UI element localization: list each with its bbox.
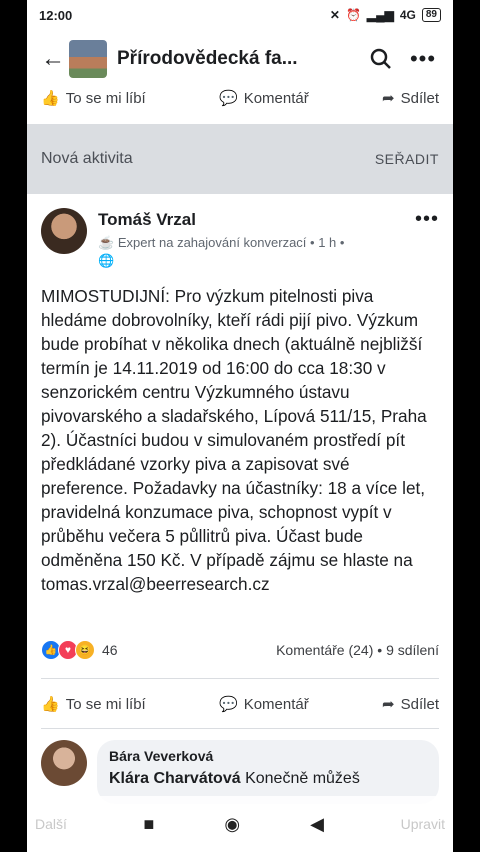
post-meta: ☕ Expert na zahajování konverzací • 1 h … xyxy=(98,235,345,268)
home-icon[interactable]: ◉ xyxy=(224,814,240,835)
post-author[interactable]: Tomáš Vrzal xyxy=(98,210,196,230)
share-icon: ➦ xyxy=(382,696,395,713)
commenter-avatar[interactable] xyxy=(41,740,87,786)
comment-button[interactable]: 💬 Komentář xyxy=(219,89,309,108)
thumbs-up-icon: 👍 xyxy=(41,696,60,713)
system-nav-bar: Další ■ ◉ ◀ Upravit xyxy=(27,796,453,852)
comments-count[interactable]: Komentáře (24) xyxy=(276,642,373,658)
coffee-icon: ☕ xyxy=(98,235,115,250)
sort-button[interactable]: SEŘADIT xyxy=(375,151,439,167)
comment: Bára Veverková Klára Charvátová Konečně … xyxy=(41,740,439,804)
reactions-row: 👍 ♥ 😆 46 Komentáře (24) • 9 sdílení xyxy=(41,638,439,662)
back-icon[interactable]: ◀ xyxy=(310,814,324,835)
activity-title: Nová aktivita xyxy=(41,150,133,167)
comment-button[interactable]: 💬 Komentář xyxy=(219,695,309,714)
activity-section: Nová aktivita SEŘADIT xyxy=(27,124,453,194)
reaction-summary[interactable]: 👍 ♥ 😆 46 xyxy=(41,640,118,660)
comment-icon: 💬 xyxy=(219,90,238,107)
like-button[interactable]: 👍 To se mi líbí xyxy=(41,695,146,714)
divider xyxy=(41,728,439,729)
post-header: Tomáš Vrzal ☕ Expert na zahajování konve… xyxy=(41,208,439,268)
back-arrow-icon[interactable]: ← xyxy=(37,45,69,73)
post-text: MIMOSTUDIJNÍ: Pro výzkum pitelnosti piva… xyxy=(41,286,427,594)
signal-icon: ▂▄▆ xyxy=(366,8,394,22)
next-label[interactable]: Další xyxy=(35,816,67,832)
globe-icon: 🌐 xyxy=(98,253,115,268)
reaction-count: 46 xyxy=(102,642,118,658)
share-icon: ➦ xyxy=(382,90,395,107)
avatar[interactable] xyxy=(41,208,87,254)
previous-post-actions: 👍 To se mi líbí 💬 Komentář ➦ Sdílet xyxy=(27,86,453,110)
post-actions: 👍 To se mi líbí 💬 Komentář ➦ Sdílet xyxy=(27,692,453,716)
page-thumbnail[interactable] xyxy=(69,40,107,78)
phone-screen: 12:00 ✕ ⏰ ▂▄▆ 4G 89 ← Přírodovědecká fa.… xyxy=(27,0,453,852)
share-button[interactable]: ➦ Sdílet xyxy=(382,89,439,108)
edit-label[interactable]: Upravit xyxy=(401,816,445,832)
mute-icon: ✕ xyxy=(329,8,340,22)
page-title[interactable]: Přírodovědecká fa... xyxy=(117,48,359,70)
post-more-icon[interactable]: ••• xyxy=(415,208,439,231)
recent-apps-icon[interactable]: ■ xyxy=(144,814,155,835)
shares-count[interactable]: 9 sdílení xyxy=(386,642,439,658)
clock: 12:00 xyxy=(39,7,73,23)
more-options-icon[interactable]: ••• xyxy=(403,46,443,72)
share-button[interactable]: ➦ Sdílet xyxy=(382,695,439,714)
battery-icon: 89 xyxy=(421,8,441,22)
haha-reaction-icon: 😆 xyxy=(75,640,95,660)
network-type: 4G xyxy=(399,8,416,22)
like-button[interactable]: 👍 To se mi líbí xyxy=(41,89,146,108)
post-time[interactable]: 1 h xyxy=(318,235,336,250)
comment-text: Konečně můžeš xyxy=(245,770,360,787)
thumbs-up-icon: 👍 xyxy=(41,90,60,107)
alarm-icon: ⏰ xyxy=(345,8,361,22)
status-bar: 12:00 ✕ ⏰ ▂▄▆ 4G 89 xyxy=(27,0,453,30)
comment-icon: 💬 xyxy=(219,696,238,713)
search-icon[interactable] xyxy=(359,48,403,70)
comment-mention[interactable]: Klára Charvátová xyxy=(109,770,241,787)
post-badge: Expert na zahajování konverzací xyxy=(117,235,307,250)
divider xyxy=(41,678,439,679)
commenter-name[interactable]: Bára Veverková xyxy=(109,748,427,764)
post-card: Tomáš Vrzal ☕ Expert na zahajování konve… xyxy=(27,194,453,852)
comment-bubble[interactable]: Bára Veverková Klára Charvátová Konečně … xyxy=(97,740,439,804)
app-bar: ← Přírodovědecká fa... ••• xyxy=(27,30,453,88)
